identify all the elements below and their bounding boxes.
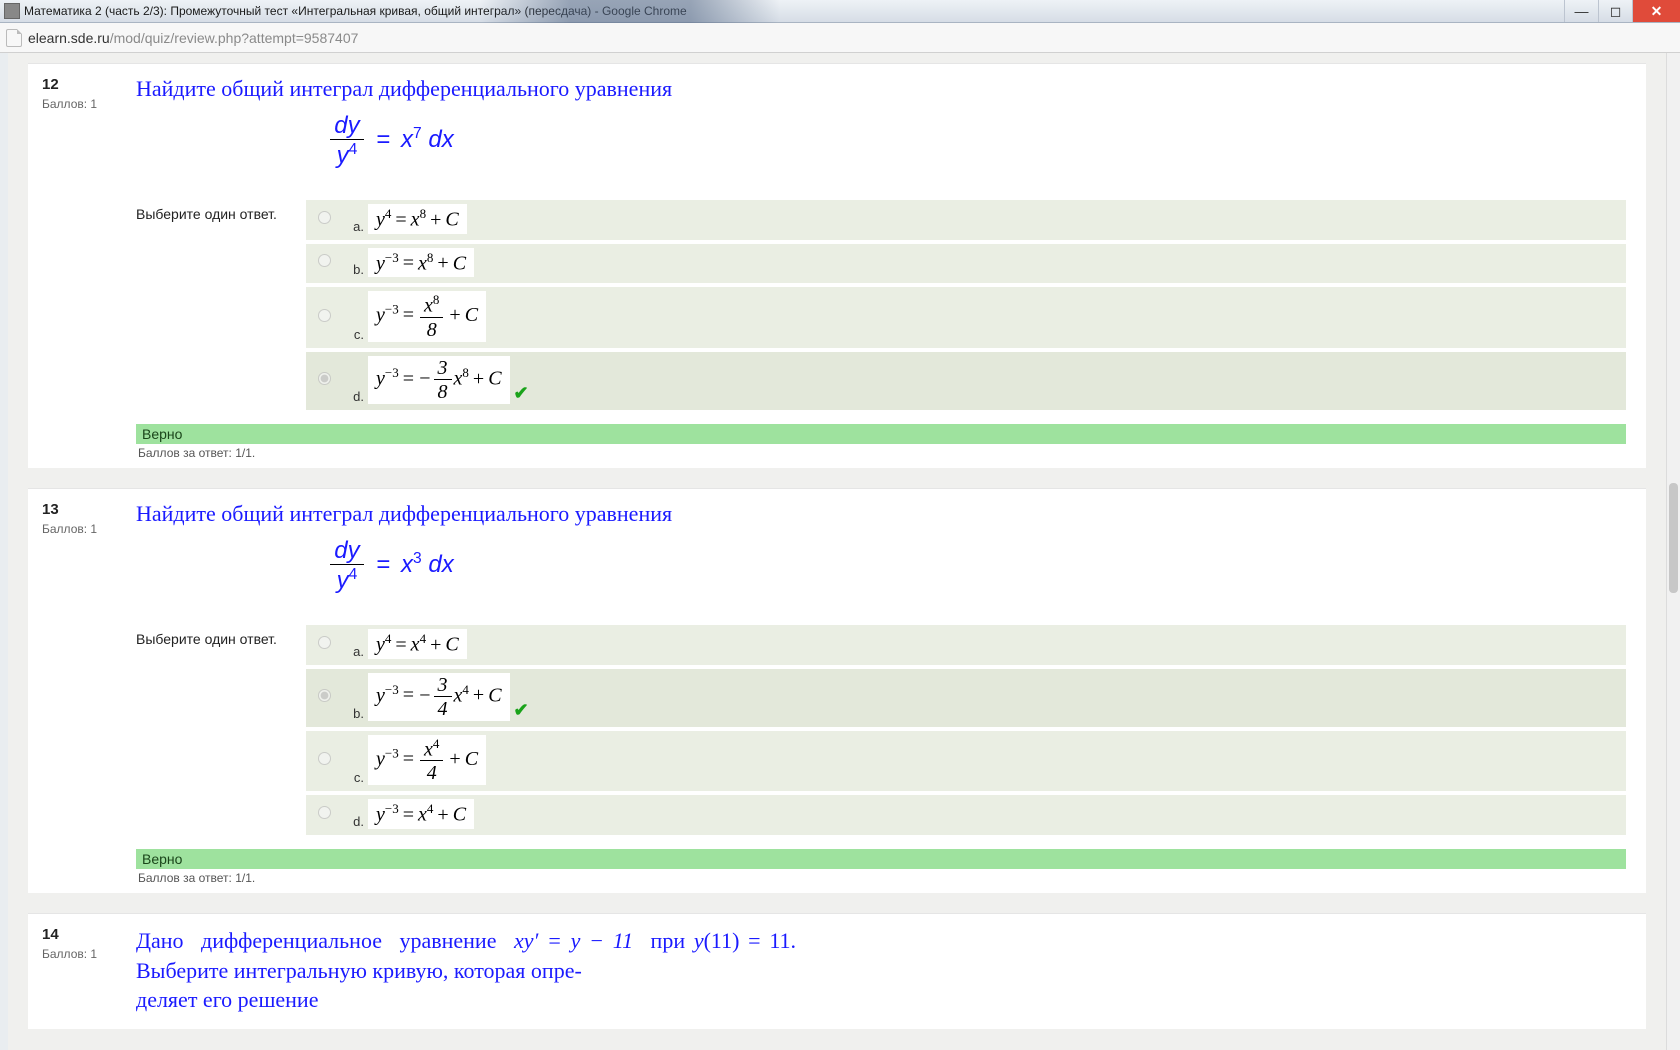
answer-list: a. y4=x8+C b. y−3=x8+C c. y−3 (306, 200, 1626, 414)
minimize-button[interactable]: — (1564, 0, 1598, 22)
favicon-icon (4, 3, 20, 19)
question-number: 12 (42, 76, 136, 93)
answer-expression: y4=x8+C (368, 204, 467, 234)
feedback-correct: Верно (136, 849, 1626, 869)
check-icon: ✔ (514, 383, 529, 404)
radio-icon (318, 636, 331, 649)
radio-icon (318, 211, 331, 224)
answer-option[interactable]: b. y−3=−34x4+C ✔ (306, 669, 1626, 727)
address-bar[interactable]: elearn.sde.ru/mod/quiz/review.php?attemp… (0, 23, 1680, 53)
scrollbar[interactable] (1666, 53, 1680, 1050)
answer-expression: y4=x4+C (368, 629, 467, 659)
feedback: Верно Баллов за ответ: 1/1. (136, 849, 1626, 885)
radio-icon (318, 689, 331, 702)
radio-icon (318, 372, 331, 385)
question-block: 13 Баллов: 1 Найдите общий интеграл дифф… (28, 488, 1646, 893)
question-points: Баллов: 1 (42, 97, 136, 111)
answer-option[interactable]: a. y4=x4+C (306, 625, 1626, 665)
feedback-correct: Верно (136, 424, 1626, 444)
answer-letter: b. (336, 706, 368, 721)
answer-letter: b. (336, 262, 368, 277)
question-equation: dyy4 = x7 dx (136, 108, 646, 184)
radio-icon (318, 806, 331, 819)
answer-list: a. y4=x4+C b. y−3=−34x4+C ✔ c. (306, 625, 1626, 839)
close-button[interactable]: ✕ (1632, 0, 1680, 22)
question-stem: Дано дифференциальное уравнение xy′ = y … (136, 926, 796, 1015)
answer-expression: y−3=x88+C (368, 291, 486, 342)
answer-option[interactable]: d. y−3=−38x8+C ✔ (306, 352, 1626, 410)
choose-one-label: Выберите один ответ. (136, 200, 306, 414)
question-points: Баллов: 1 (42, 522, 136, 536)
answer-option[interactable]: c. y−3=x44+C (306, 731, 1626, 792)
radio-icon (318, 254, 331, 267)
question-block: 12 Баллов: 1 Найдите общий интеграл дифф… (28, 63, 1646, 468)
answer-letter: d. (336, 389, 368, 404)
answer-option[interactable]: c. y−3=x88+C (306, 287, 1626, 348)
question-points: Баллов: 1 (42, 947, 136, 961)
radio-icon (318, 752, 331, 765)
browser-titlebar: Математика 2 (часть 2/3): Промежуточный … (0, 0, 1680, 23)
check-icon: ✔ (514, 700, 529, 721)
answer-option[interactable]: a. y4=x8+C (306, 200, 1626, 240)
question-block: 14 Баллов: 1 Дано дифференциальное уравн… (28, 913, 1646, 1029)
question-number: 13 (42, 501, 136, 518)
content-viewport: 12 Баллов: 1 Найдите общий интеграл дифф… (0, 53, 1666, 1050)
choose-one-label: Выберите один ответ. (136, 625, 306, 839)
question-equation: dyy4 = x3 dx (136, 533, 646, 609)
question-number: 14 (42, 926, 136, 943)
scroll-thumb[interactable] (1669, 483, 1678, 593)
feedback-mark: Баллов за ответ: 1/1. (136, 444, 1626, 460)
answer-letter: a. (336, 219, 368, 234)
feedback: Верно Баллов за ответ: 1/1. (136, 424, 1626, 460)
answer-expression: y−3=x4+C (368, 799, 474, 829)
feedback-mark: Баллов за ответ: 1/1. (136, 869, 1626, 885)
maximize-button[interactable]: ◻ (1598, 0, 1632, 22)
url-text: elearn.sde.ru/mod/quiz/review.php?attemp… (28, 30, 358, 46)
answer-letter: d. (336, 814, 368, 829)
answer-option[interactable]: b. y−3=x8+C (306, 244, 1626, 284)
page-icon (6, 29, 22, 47)
answer-letter: a. (336, 644, 368, 659)
answer-letter: c. (336, 327, 368, 342)
answer-expression: y−3=x44+C (368, 735, 486, 786)
question-stem: Найдите общий интеграл дифференциального… (136, 76, 796, 102)
window-title: Математика 2 (часть 2/3): Промежуточный … (24, 4, 687, 18)
answer-expression: y−3=−38x8+C (368, 356, 510, 404)
answer-expression: y−3=x8+C (368, 248, 474, 278)
question-stem: Найдите общий интеграл дифференциального… (136, 501, 796, 527)
answer-expression: y−3=−34x4+C (368, 673, 510, 721)
answer-letter: c. (336, 770, 368, 785)
answer-option[interactable]: d. y−3=x4+C (306, 795, 1626, 835)
radio-icon (318, 309, 331, 322)
